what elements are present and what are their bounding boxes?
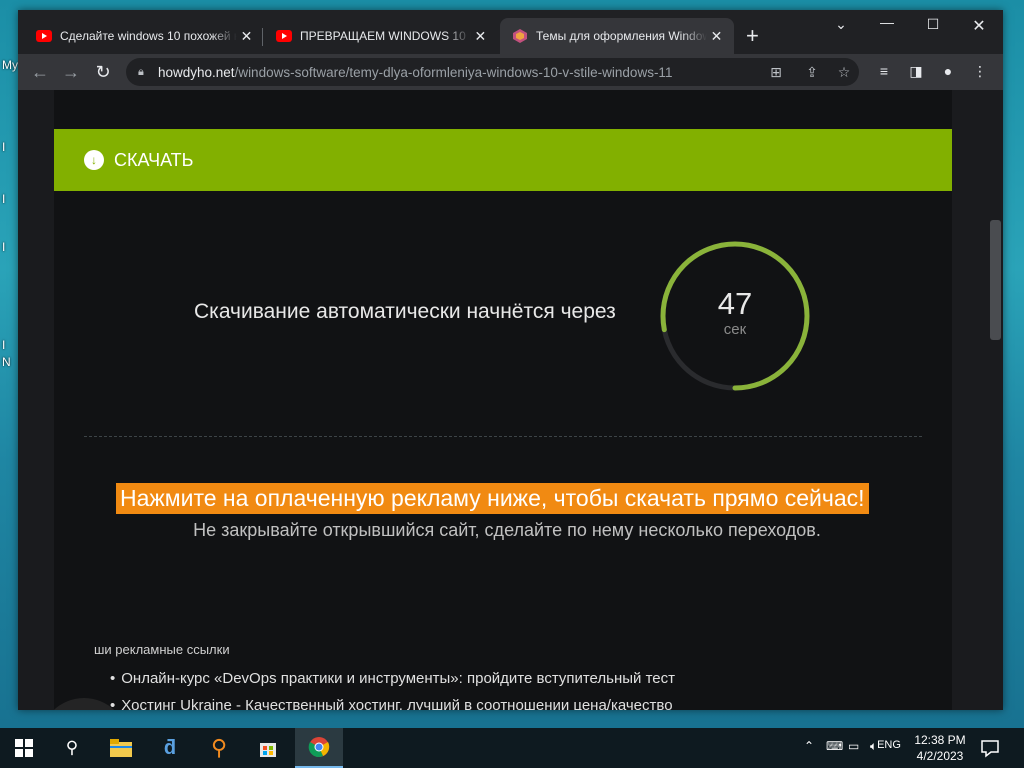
forward-icon[interactable]: → bbox=[59, 62, 83, 82]
desktop-icon-label: I bbox=[2, 240, 6, 254]
ad-link[interactable]: Онлайн-курс «DevOps практики и инструмен… bbox=[110, 670, 675, 687]
reading-list-icon[interactable]: ≡ bbox=[872, 63, 896, 79]
ads-title: ши рекламные ссылки bbox=[94, 642, 230, 657]
howdyho-icon bbox=[512, 28, 528, 44]
tab-youtube-2[interactable]: ПРЕВРАЩАЕМ WINDOWS 10 В ✕ bbox=[264, 18, 498, 54]
clock[interactable]: 12:38 PM 4/2/2023 bbox=[905, 732, 975, 764]
clock-date: 4/2/2023 bbox=[916, 749, 964, 763]
share-icon[interactable]: ⇪ bbox=[802, 64, 822, 81]
page-scrollbar[interactable] bbox=[988, 90, 1003, 710]
editor-app-icon[interactable]: ƌ bbox=[146, 728, 194, 768]
file-explorer-icon[interactable] bbox=[97, 728, 145, 768]
lock-icon[interactable]: 🔒︎ bbox=[138, 66, 152, 79]
tab-title: ПРЕВРАЩАЕМ WINDOWS 10 В bbox=[300, 29, 471, 43]
web-page: ↓ СКАЧАТЬ Скачивание автоматически начнё… bbox=[18, 90, 1003, 710]
windows-logo-icon bbox=[15, 739, 33, 757]
maximize-button[interactable]: ☐ bbox=[910, 16, 956, 33]
browser-toolbar: ← → ↻ 🔒︎ howdyho.net/windows-software/te… bbox=[18, 54, 1003, 90]
tab-title: Сделайте windows 10 похожей на bbox=[60, 29, 238, 43]
download-panel: ↓ СКАЧАТЬ Скачивание автоматически начнё… bbox=[54, 90, 952, 710]
tab-strip: Сделайте windows 10 похожей на ✕ ПРЕВРАЩ… bbox=[18, 10, 1003, 54]
download-icon: ↓ bbox=[84, 150, 104, 170]
profile-icon[interactable]: ● bbox=[936, 63, 960, 79]
tab-youtube-1[interactable]: Сделайте windows 10 похожей на ✕ bbox=[24, 18, 264, 54]
address-bar[interactable]: 🔒︎ howdyho.net/windows-software/temy-dly… bbox=[126, 58, 859, 86]
tab-title: Темы для оформления Windows bbox=[536, 29, 708, 43]
translate-icon[interactable]: ⊞ bbox=[766, 64, 786, 81]
countdown-text: Скачивание автоматически начнётся через bbox=[194, 300, 616, 323]
tab-divider bbox=[262, 28, 263, 46]
countdown-unit: сек bbox=[723, 321, 747, 338]
back-icon[interactable]: ← bbox=[28, 62, 52, 82]
search-icon[interactable]: ⚲ bbox=[48, 728, 96, 768]
side-panel-icon[interactable]: ◨ bbox=[904, 63, 928, 80]
youtube-icon bbox=[276, 28, 292, 44]
download-bar[interactable]: ↓ СКАЧАТЬ bbox=[54, 129, 952, 191]
countdown-value: 47 bbox=[717, 286, 753, 321]
browser-window: Сделайте windows 10 похожей на ✕ ПРЕВРАЩ… bbox=[18, 10, 1003, 710]
touch-keyboard-icon[interactable]: ⌨ bbox=[826, 739, 843, 753]
divider bbox=[84, 436, 922, 437]
desktop-icon-label: My bbox=[2, 58, 18, 72]
desktop-icon-label: N bbox=[2, 355, 11, 369]
reload-icon[interactable]: ↻ bbox=[91, 62, 115, 82]
close-tab-icon[interactable]: ✕ bbox=[471, 28, 490, 45]
desktop-icon-label: I bbox=[2, 338, 6, 352]
promo-banner: Нажмите на оплаченную рекламу ниже, чтоб… bbox=[116, 483, 869, 514]
youtube-icon bbox=[36, 28, 52, 44]
notification-icon[interactable] bbox=[980, 738, 1000, 758]
close-tab-icon[interactable]: ✕ bbox=[237, 28, 256, 45]
minimize-button[interactable]: — bbox=[864, 14, 910, 30]
show-hidden-icons[interactable]: ⌃ bbox=[804, 739, 814, 753]
close-window-button[interactable]: ✕ bbox=[956, 16, 1002, 36]
close-tab-icon[interactable]: ✕ bbox=[707, 28, 726, 45]
clock-time: 12:38 PM bbox=[914, 733, 966, 747]
bookmark-star-icon[interactable]: ☆ bbox=[834, 64, 854, 81]
desktop-icon-label: I bbox=[2, 192, 6, 206]
desktop-icon-label: I bbox=[2, 140, 6, 154]
store-icon[interactable] bbox=[244, 728, 292, 768]
start-button[interactable] bbox=[0, 728, 48, 768]
scroll-thumb[interactable] bbox=[990, 220, 1001, 340]
search-app-icon[interactable]: ⚲ bbox=[195, 728, 243, 768]
tab-search-icon[interactable]: ⌄ bbox=[818, 16, 864, 33]
language-indicator[interactable]: ENG bbox=[876, 739, 902, 751]
chrome-icon[interactable] bbox=[295, 728, 343, 768]
url-text[interactable]: howdyho.net/windows-software/temy-dlya-o… bbox=[158, 65, 672, 80]
ad-link[interactable]: Хостинг Ukraine - Качественный хостинг, … bbox=[110, 697, 672, 710]
promo-subtext: Не закрывайте открывшийся сайт, сделайте… bbox=[193, 520, 821, 540]
new-tab-button[interactable]: + bbox=[746, 25, 759, 47]
download-label: СКАЧАТЬ bbox=[114, 149, 194, 170]
taskbar: ⚲ ƌ ⚲ ⌃ ⌨ ▭ 🔈︎ ENG 12:38 PM 4/2/2023 bbox=[0, 728, 1024, 768]
tab-howdyho[interactable]: Темы для оформления Windows ✕ bbox=[500, 18, 734, 54]
network-icon[interactable]: ▭ bbox=[848, 739, 859, 753]
menu-dots-icon[interactable]: ⋮ bbox=[968, 63, 992, 80]
